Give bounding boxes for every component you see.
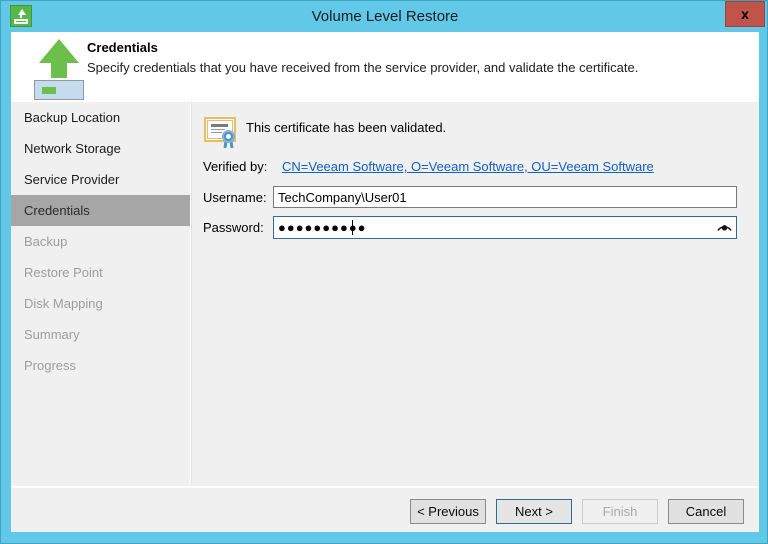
- page-subtitle: Specify credentials that you have receiv…: [87, 60, 638, 75]
- close-button[interactable]: x: [725, 1, 765, 27]
- dialog-body: Backup Location Network Storage Service …: [11, 102, 759, 486]
- certificate-text-line: [211, 129, 225, 130]
- certificate-status-text: This certificate has been validated.: [246, 120, 446, 135]
- drive-icon: [34, 80, 84, 100]
- wizard-step-list: Backup Location Network Storage Service …: [11, 102, 190, 486]
- username-label: Username:: [203, 190, 267, 205]
- big-arrow-head: [39, 39, 79, 63]
- eye-icon[interactable]: [716, 219, 733, 236]
- sidebar-item-network-storage[interactable]: Network Storage: [11, 133, 190, 164]
- certificate-subject-link[interactable]: CN=Veeam Software, O=Veeam Software, OU=…: [282, 159, 654, 174]
- seal-center: [226, 134, 231, 139]
- previous-button[interactable]: < Previous: [410, 499, 486, 524]
- next-button[interactable]: Next >: [496, 499, 572, 524]
- cancel-button[interactable]: Cancel: [668, 499, 744, 524]
- certificate-text-line: [211, 132, 222, 133]
- password-masked-value: ●●●●●●●●●●: [278, 217, 367, 238]
- certificate-text-line: [211, 124, 228, 127]
- finish-button: Finish: [582, 499, 658, 524]
- window-title: Volume Level Restore: [1, 1, 768, 32]
- password-field[interactable]: ●●●●●●●●●●: [273, 216, 737, 239]
- wizard-header: Credentials Specify credentials that you…: [11, 32, 759, 102]
- sidebar-item-disk-mapping[interactable]: Disk Mapping: [11, 288, 190, 319]
- sidebar-item-service-provider[interactable]: Service Provider: [11, 164, 190, 195]
- certificate-icon: [203, 113, 239, 149]
- dialog-footer: < Previous Next > Finish Cancel: [11, 488, 759, 532]
- sidebar-item-backup[interactable]: Backup: [11, 226, 190, 257]
- drive-led: [42, 87, 56, 94]
- sidebar-item-progress[interactable]: Progress: [11, 350, 190, 381]
- sidebar-item-credentials[interactable]: Credentials: [11, 195, 190, 226]
- text-caret: [352, 220, 353, 235]
- page-title: Credentials: [87, 40, 158, 55]
- sidebar-item-restore-point[interactable]: Restore Point: [11, 257, 190, 288]
- sidebar-item-summary[interactable]: Summary: [11, 319, 190, 350]
- content-pane: This certificate has been validated. Ver…: [192, 102, 759, 486]
- username-input[interactable]: [273, 186, 737, 208]
- volume-restore-icon: [34, 39, 86, 99]
- sidebar-item-backup-location[interactable]: Backup Location: [11, 102, 190, 133]
- big-arrow-stem: [51, 62, 67, 78]
- dialog-window: Volume Level Restore x Credentials Speci…: [0, 0, 768, 544]
- password-label: Password:: [203, 220, 264, 235]
- verified-by-label: Verified by:: [203, 159, 267, 174]
- title-bar: Volume Level Restore x: [1, 1, 768, 32]
